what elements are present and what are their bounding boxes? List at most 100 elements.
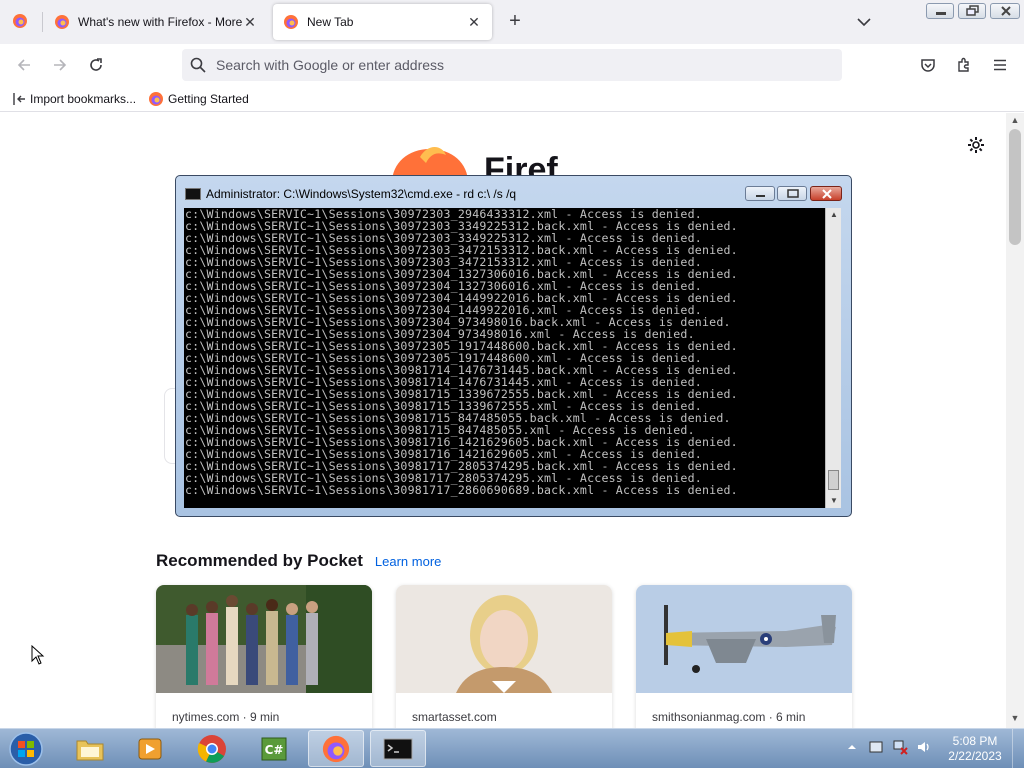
card-source: nytimes.com · 9 min (172, 710, 280, 724)
page-scrollbar[interactable]: ▲ ▼ (1006, 113, 1024, 728)
chevron-up-icon (848, 745, 856, 749)
cmd-scrollbar[interactable]: ▲ ▼ (825, 208, 841, 508)
scroll-up-icon[interactable]: ▲ (1006, 115, 1024, 125)
windows-start-icon (9, 732, 43, 766)
arrow-right-icon (54, 59, 67, 71)
card-source: smartasset.com (412, 710, 497, 724)
taskbar-csharp[interactable]: C# (246, 730, 302, 767)
tab-strip: What's new with Firefox - More ✕ New Tab… (0, 0, 1024, 44)
scrollbar-thumb[interactable] (828, 470, 839, 490)
scroll-up-icon[interactable]: ▲ (826, 210, 842, 219)
pocket-heading: Recommended by Pocket (156, 551, 363, 570)
tab-new-tab[interactable]: New Tab ✕ (273, 4, 492, 40)
start-button[interactable] (6, 731, 46, 767)
new-tab-button[interactable]: + (503, 9, 527, 35)
forward-button[interactable] (46, 52, 74, 78)
pocket-button[interactable] (914, 52, 942, 78)
window-restore-button[interactable] (958, 3, 986, 19)
learn-more-link[interactable]: Learn more (375, 554, 441, 569)
scrollbar-thumb[interactable] (1009, 129, 1021, 245)
pocket-card[interactable]: smartasset.com (396, 585, 612, 728)
show-hidden-icons-button[interactable] (844, 739, 860, 755)
tab-title: What's new with Firefox - More (78, 15, 242, 29)
extensions-button[interactable] (950, 52, 978, 78)
close-tab-icon[interactable]: ✕ (466, 14, 482, 31)
firefox-icon (149, 91, 164, 106)
bookmark-import[interactable]: Import bookmarks... (12, 92, 136, 106)
bookmark-label: Import bookmarks... (30, 91, 137, 106)
window-minimize-button[interactable] (926, 3, 954, 19)
puzzle-icon (958, 57, 969, 72)
close-icon (1001, 6, 1011, 16)
reload-icon (90, 58, 102, 71)
speaker-icon (918, 742, 929, 752)
card-image-airplane (636, 585, 852, 693)
action-center-icon[interactable] (868, 739, 884, 755)
cmd-close-button[interactable] (810, 186, 842, 201)
minimize-icon (936, 12, 946, 15)
bookmarks-toolbar: Import bookmarks... Getting Started (0, 86, 1024, 112)
card-source: smithsonianmag.com · 6 min (652, 710, 806, 724)
window-close-button[interactable] (990, 3, 1020, 19)
taskbar-media-player[interactable] (122, 730, 178, 767)
firefox-icon (13, 14, 27, 28)
pocket-card[interactable]: nytimes.com · 9 min (156, 585, 372, 728)
chrome-icon (197, 734, 226, 763)
volume-icon[interactable] (916, 739, 932, 755)
taskbar-firefox[interactable] (308, 730, 364, 767)
address-bar-placeholder: Search with Google or enter address (216, 57, 445, 73)
scroll-down-icon[interactable]: ▼ (1006, 713, 1024, 723)
show-desktop-button[interactable] (1012, 729, 1024, 769)
pocket-section-header: Recommended by Pocket Learn more (156, 551, 441, 571)
list-all-tabs-button[interactable] (852, 12, 876, 32)
network-icon[interactable] (892, 739, 908, 755)
restore-icon (966, 5, 979, 16)
address-bar[interactable]: Search with Google or enter address (182, 49, 842, 81)
maximize-icon (787, 189, 799, 198)
cmd-minimize-button[interactable] (745, 186, 775, 201)
clock-date: 2/22/2023 (948, 749, 1002, 763)
tab-title: New Tab (307, 15, 354, 29)
pocket-card[interactable]: smithsonianmag.com · 6 min (636, 585, 852, 728)
console-line: c:\Windows\SERVIC~1\Sessions\30981717_28… (185, 483, 738, 497)
card-image-group-photo (156, 585, 372, 693)
navigation-toolbar: Search with Google or enter address (0, 44, 1024, 86)
scroll-down-icon[interactable]: ▼ (826, 496, 842, 505)
firefox-view-button[interactable] (6, 10, 34, 34)
cmd-window[interactable]: Administrator: C:\Windows\System32\cmd.e… (175, 175, 852, 517)
cmd-maximize-button[interactable] (777, 186, 807, 201)
close-tab-icon[interactable]: ✕ (242, 14, 258, 31)
mouse-pointer-icon (31, 645, 45, 665)
bookmark-getting-started[interactable]: Getting Started (148, 91, 249, 107)
bookmark-label: Getting Started (168, 91, 249, 106)
card-image-portrait (396, 585, 612, 693)
close-icon (822, 189, 832, 199)
cmd-icon (383, 738, 413, 759)
pocket-icon (921, 59, 935, 72)
app-menu-button[interactable] (986, 52, 1014, 78)
taskbar-chrome[interactable] (184, 730, 240, 767)
network-disconnected-icon (893, 740, 908, 755)
flag-icon (869, 741, 883, 753)
personalize-button[interactable] (966, 135, 986, 155)
cmd-title: Administrator: C:\Windows\System32\cmd.e… (206, 187, 517, 201)
chevron-down-icon (857, 18, 871, 27)
taskbar: C# 5:08 PM 2/22/2023 (0, 728, 1024, 769)
cmd-console-output[interactable]: c:\Windows\SERVIC~1\Sessions\30972303_29… (184, 208, 825, 508)
minimize-icon (756, 195, 765, 197)
back-button[interactable] (10, 52, 38, 78)
reload-button[interactable] (82, 52, 110, 78)
tab-whats-new[interactable]: What's new with Firefox - More ✕ (44, 4, 268, 40)
firefox-icon (284, 15, 298, 29)
taskbar-cmd[interactable] (370, 730, 426, 767)
folder-icon (76, 740, 104, 760)
import-icon (13, 92, 25, 105)
cmd-titlebar[interactable]: Administrator: C:\Windows\System32\cmd.e… (176, 176, 851, 204)
media-player-icon (138, 738, 162, 759)
firefox-icon (322, 735, 350, 762)
hamburger-menu-icon (994, 59, 1006, 71)
taskbar-clock[interactable]: 5:08 PM 2/22/2023 (940, 734, 1010, 764)
taskbar-explorer[interactable] (62, 730, 118, 767)
arrow-left-icon (17, 59, 30, 71)
csharp-icon: C# (261, 737, 287, 760)
